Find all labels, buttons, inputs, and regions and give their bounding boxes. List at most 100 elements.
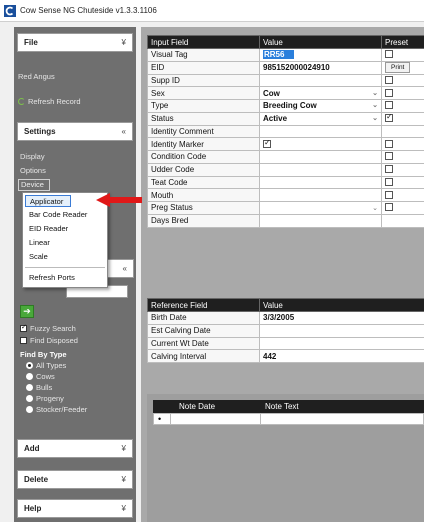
value-cell-identity-comment[interactable] [259,124,382,139]
help-section-header[interactable]: Help ¥ [17,499,133,518]
radio-icon [26,373,33,380]
value-cell-mouth[interactable] [259,188,382,202]
type-label: Progeny [36,394,64,403]
ref-label-birth-date: Birth Date [147,311,260,325]
preset-cell-udder-code [381,162,424,177]
add-section-header[interactable]: Add ¥ [17,439,133,458]
value-cell-sex[interactable]: ⌄ Cow [259,86,382,100]
preset-checkbox[interactable] [385,177,393,186]
menu-item-bar-code-reader[interactable]: Bar Code Reader [25,209,105,221]
preset-cell-condition-code [381,150,424,164]
field-label-days-bred: Days Bred [147,213,260,228]
value-cell-condition-code[interactable] [259,150,382,164]
column-header-reference-field[interactable]: Reference Field [147,298,260,312]
table-row: Status ⌄ Active [147,111,424,126]
field-label-mouth: Mouth [147,188,260,202]
chevron-down-icon[interactable]: ⌄ [372,89,378,97]
type-label: Stocker/Feeder [36,405,88,414]
new-row-marker: • [158,414,162,424]
settings-section-header[interactable]: Settings « [17,122,133,141]
checkbox-icon [20,337,27,344]
type-radio-bulls[interactable]: Bulls [26,383,52,392]
notes-new-row[interactable]: • [153,413,424,425]
value-text: RR56 [263,50,295,60]
table-row: Mouth [147,188,424,202]
table-row: Est Calving Date [147,323,424,338]
menu-item-refresh-ports[interactable]: Refresh Ports [25,272,105,284]
menu-item-eid-reader[interactable]: EID Reader [25,223,105,235]
table-row: EID 985152000024910 Print [147,60,424,75]
value-cell-days-bred[interactable] [259,213,382,228]
radio-icon [26,395,33,402]
title-bar: Cow Sense NG Chuteside v1.3.3.1106 [0,0,424,22]
file-section-header[interactable]: File ¥ [17,33,133,52]
settings-item-device[interactable]: Device [18,179,50,191]
field-label-preg-status: Preg Status [147,201,260,215]
field-label-visual-tag: Visual Tag [147,48,260,62]
go-arrow-button[interactable]: ➔ [20,305,34,318]
preset-cell-identity-marker [381,137,424,151]
chevron-down-icon: ¥ [121,444,126,453]
chevron-down-icon[interactable]: ⌄ [372,101,378,109]
field-label-type: Type [147,99,260,113]
table-row: Identity Comment [147,124,424,139]
value-cell-visual-tag[interactable]: RR56 [259,48,382,62]
add-label: Add [24,444,40,453]
column-header-preset[interactable]: Preset [381,35,424,49]
preset-cell-status [381,111,424,126]
fuzzy-search-checkbox[interactable]: Fuzzy Search [20,323,76,333]
column-header-input-field[interactable]: Input Field [147,35,260,49]
menu-item-applicator[interactable]: Applicator [25,195,71,207]
delete-section-header[interactable]: Delete ¥ [17,470,133,489]
preset-checkbox[interactable] [385,75,393,84]
preset-checkbox[interactable] [385,152,393,161]
settings-item-options[interactable]: Options [20,166,46,175]
preset-checkbox[interactable] [385,50,393,59]
preset-checkbox[interactable] [385,88,393,97]
preset-checkbox[interactable] [385,101,393,110]
menu-item-linear[interactable]: Linear [25,237,105,249]
ref-label-calving-interval: Calving Interval [147,349,260,363]
find-disposed-checkbox[interactable]: Find Disposed [20,336,78,345]
identity-marker-checkbox[interactable] [263,139,271,148]
column-header-note-date[interactable]: Note Date [179,402,215,411]
preset-cell-days-bred [381,213,424,228]
preset-checkbox[interactable] [385,203,393,212]
type-radio-stocker[interactable]: Stocker/Feeder [26,405,87,414]
type-radio-cows[interactable]: Cows [26,372,55,381]
fuzzy-search-label: Fuzzy Search [30,324,76,333]
field-label-eid: EID [147,60,260,75]
menu-divider [25,267,105,268]
column-header-note-text[interactable]: Note Text [265,402,299,411]
value-cell-status[interactable]: ⌄ Active [259,111,382,126]
value-cell-type[interactable]: ⌄ Breeding Cow [259,99,382,113]
value-cell-udder-code[interactable] [259,162,382,177]
preset-checkbox[interactable] [385,113,393,123]
ref-value-est-calving-date [259,323,424,338]
field-label-udder-code: Udder Code [147,162,260,177]
preset-checkbox[interactable] [385,139,393,148]
preset-cell-type [381,99,424,113]
value-cell-eid[interactable]: 985152000024910 [259,60,382,75]
chevron-down-icon[interactable]: ⌄ [372,114,378,122]
preset-checkbox[interactable] [385,190,393,199]
refresh-record-button[interactable]: Refresh Record [18,97,81,106]
table-row: Supp ID [147,73,424,88]
settings-item-display[interactable]: Display [20,152,45,161]
table-row: Identity Marker [147,137,424,151]
value-cell-preg-status[interactable]: ⌄ [259,201,382,215]
value-cell-supp-id[interactable] [259,73,382,88]
column-header-value[interactable]: Value [259,35,382,49]
type-radio-all[interactable]: All Types [26,361,66,370]
preset-checkbox[interactable] [385,165,393,174]
chevron-down-icon[interactable]: ⌄ [372,204,378,212]
type-radio-progeny[interactable]: Progeny [26,394,64,403]
table-row: Birth Date 3/3/2005 [147,311,424,325]
value-cell-identity-marker[interactable] [259,137,382,151]
find-by-type-label: Find By Type [20,350,67,359]
print-button[interactable]: Print [385,62,411,74]
value-cell-teat-code[interactable] [259,175,382,190]
menu-item-scale[interactable]: Scale [25,251,105,263]
table-row: Condition Code [147,150,424,164]
column-header-value[interactable]: Value [259,298,424,312]
